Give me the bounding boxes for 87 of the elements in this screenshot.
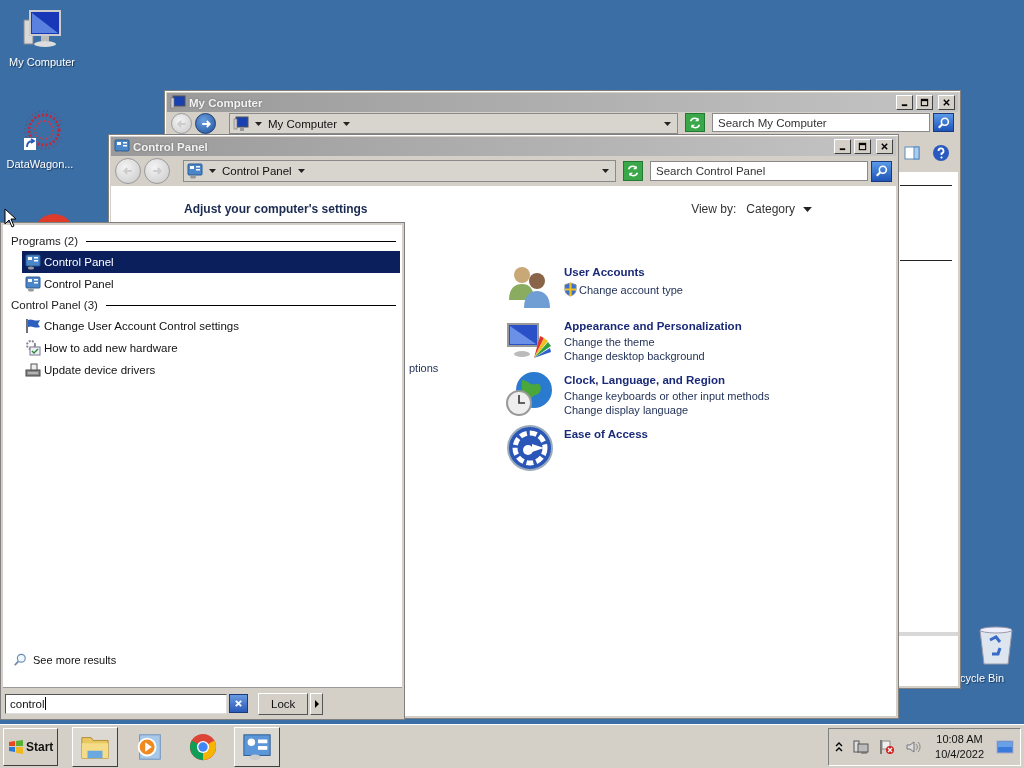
search-field[interactable]: Search Control Panel <box>650 161 868 181</box>
dropdown-caret-icon <box>664 121 671 126</box>
preview-pane-icon[interactable] <box>904 145 920 161</box>
task-link[interactable]: Change keyboards or other input methods <box>564 390 770 402</box>
search-button[interactable] <box>933 113 954 132</box>
window-title: My Computer <box>189 96 263 109</box>
network-icon[interactable] <box>853 738 870 755</box>
shield-icon <box>564 282 577 297</box>
maximize-button[interactable] <box>916 95 933 110</box>
close-button[interactable] <box>938 95 955 110</box>
search-result-item[interactable]: Update device drivers <box>22 359 400 381</box>
control-panel-icon <box>114 138 130 155</box>
chevron-up-icon[interactable] <box>835 741 844 752</box>
taskbar-app-button[interactable] <box>234 726 281 767</box>
task-link[interactable]: Change the theme <box>564 336 742 348</box>
minimize-button[interactable] <box>896 95 913 110</box>
computer-icon <box>233 115 249 132</box>
power-options-button[interactable] <box>310 692 324 715</box>
show-desktop-icon[interactable] <box>996 737 1014 756</box>
maximize-icon <box>858 142 867 151</box>
search-field[interactable]: Search My Computer <box>712 113 930 132</box>
close-button[interactable] <box>876 139 893 154</box>
globe-clock-icon <box>506 370 554 418</box>
category-title-link[interactable]: User Accounts <box>564 266 683 278</box>
control-panel-icon <box>242 731 273 762</box>
refresh-button[interactable] <box>623 161 643 181</box>
ease-of-access-icon <box>506 424 554 472</box>
search-result-item[interactable]: Change User Account Control settings <box>22 315 400 337</box>
see-more-results-link[interactable]: See more results <box>11 653 400 667</box>
search-icon <box>936 115 951 130</box>
computer-icon <box>170 94 186 111</box>
flag-icon <box>25 318 41 334</box>
control-panel-icon <box>187 163 203 179</box>
search-icon <box>874 164 889 178</box>
icon-label[interactable]: DataWagon... <box>6 158 74 170</box>
address-text[interactable]: My Computer <box>268 117 338 130</box>
search-result-item[interactable]: How to add new hardware <box>22 337 400 359</box>
windows-logo-icon <box>8 738 24 755</box>
refresh-button[interactable] <box>685 113 705 132</box>
flag-error-icon[interactable] <box>879 738 896 755</box>
view-by-label: View by: <box>691 202 737 216</box>
task-link[interactable]: Change account type <box>564 282 683 297</box>
clear-button[interactable] <box>229 694 248 713</box>
control-panel-icon <box>25 276 41 292</box>
refresh-icon <box>626 164 640 178</box>
address-bar[interactable]: My Computer <box>229 113 678 134</box>
close-icon <box>234 699 243 708</box>
close-icon <box>880 142 889 151</box>
icon-label[interactable]: cycle Bin <box>960 672 1005 684</box>
search-button[interactable] <box>871 160 892 182</box>
refresh-icon <box>688 115 702 130</box>
task-link[interactable]: Change desktop background <box>564 350 742 362</box>
caret-icon <box>803 206 812 212</box>
caret-icon <box>255 121 262 126</box>
taskbar-app-button[interactable] <box>72 726 119 767</box>
browser-icon <box>188 731 219 762</box>
start-button[interactable]: Start <box>3 727 59 766</box>
search-icon <box>13 653 27 667</box>
maximize-icon <box>920 98 929 107</box>
forward-button[interactable] <box>195 113 216 134</box>
group-header: Programs (2) <box>11 235 79 247</box>
search-result-item[interactable]: Control Panel <box>22 251 400 273</box>
caret-icon <box>343 121 351 126</box>
address-text[interactable]: Control Panel <box>222 165 292 177</box>
maximize-button[interactable] <box>854 139 871 154</box>
arrow-right-icon <box>314 699 319 708</box>
address-bar[interactable]: Control Panel <box>183 160 616 182</box>
category-title-link[interactable]: Appearance and Personalization <box>564 320 742 332</box>
lock-button[interactable]: Lock <box>258 692 309 715</box>
page-heading: Adjust your computer's settings <box>184 202 368 216</box>
control-panel-icon <box>25 254 41 270</box>
gear-icon <box>25 340 41 356</box>
window-title: Control Panel <box>133 140 208 153</box>
search-result-item[interactable]: Control Panel <box>22 273 400 295</box>
view-by-dropdown[interactable]: Category <box>746 202 812 216</box>
icon-label[interactable]: My Computer <box>9 56 75 68</box>
device-icon <box>25 362 41 378</box>
category-title-link[interactable]: Ease of Access <box>564 428 648 440</box>
close-icon <box>942 98 951 107</box>
category-title-link[interactable]: Clock, Language, and Region <box>564 374 770 386</box>
category-link[interactable]: ptions <box>409 362 439 374</box>
task-link[interactable]: Change display language <box>564 404 770 416</box>
clock[interactable]: 10:08 AM 10/4/2022 <box>935 731 984 762</box>
minimize-button[interactable] <box>834 139 851 154</box>
search-field[interactable]: control <box>5 693 227 714</box>
help-icon[interactable] <box>932 144 950 162</box>
group-header: Control Panel (3) <box>11 299 98 311</box>
